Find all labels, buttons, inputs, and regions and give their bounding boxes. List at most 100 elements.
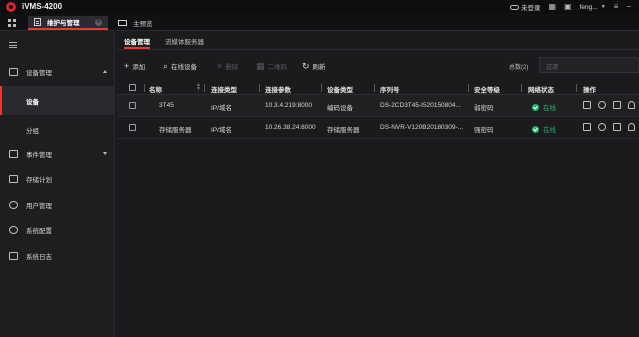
column-device-type[interactable]: 设备类型 (327, 84, 353, 94)
document-icon (34, 18, 41, 26)
sidebar-item-device[interactable]: 设备 (0, 86, 115, 115)
sidebar-item-label: 系统配置 (26, 228, 52, 235)
image-icon: ▣ (564, 2, 572, 11)
tab-label: 维护与管理 (47, 20, 80, 27)
add-button[interactable]: + 添加 (124, 61, 145, 72)
toolbar: + 添加 ⌕ 在线设备 × 删除 ▦ 二维码 ↻ 刷新 总数(2) 过滤 (116, 57, 639, 73)
tab-label: 主预览 (133, 21, 153, 28)
tab-maintenance[interactable]: 维护与管理 × (28, 16, 108, 30)
row-operations (583, 101, 639, 109)
event-icon (9, 150, 18, 158)
online-status-icon (532, 125, 539, 133)
device-icon (9, 68, 18, 76)
column-divider (204, 84, 205, 92)
cell-serial: DS-2CD3T45-I520150804... (380, 102, 461, 109)
module-grid-icon[interactable] (8, 19, 16, 27)
gear-icon (9, 226, 18, 234)
sidebar-item-device-management[interactable]: 设备管理 (0, 64, 115, 80)
device-table: 名称 ▲ ▼ 连接类型 连接参数 设备类型 序列号 安全等级 网络状态 操作 3T… (116, 81, 639, 139)
column-divider (374, 84, 375, 92)
row-checkbox[interactable] (129, 102, 136, 109)
edit-icon[interactable] (583, 101, 591, 109)
tab-main-preview[interactable]: 主预览 (112, 16, 172, 30)
cell-name: 3T45 (159, 102, 174, 109)
column-divider (321, 84, 322, 92)
titlebar-controls: 未登录 ▦ ▣ feng... ▼ ≡ − (510, 0, 639, 14)
user-menu[interactable]: feng... ▼ (580, 3, 606, 11)
storage-icon[interactable] (613, 123, 621, 131)
tab-streaming-server[interactable]: 流媒体服务器 (165, 36, 204, 49)
edit-icon[interactable] (583, 123, 591, 131)
grid-view-button[interactable]: ▦ (549, 3, 557, 11)
refresh-button[interactable]: ↻ 刷新 (302, 61, 326, 72)
total-count: 总数(2) (509, 65, 529, 71)
column-security[interactable]: 安全等级 (474, 84, 500, 94)
column-divider (468, 84, 469, 92)
log-icon (9, 252, 18, 260)
sidebar-item-label: 分组 (26, 127, 39, 135)
column-divider (521, 84, 522, 92)
sort-icon[interactable]: ▲ ▼ (196, 83, 201, 92)
cell-security: 弱密码 (474, 105, 494, 112)
cell-conn-type: IP/域名 (211, 127, 232, 134)
sidebar-item-group[interactable]: 分组 (0, 115, 115, 144)
column-name[interactable]: 名称 (149, 84, 162, 94)
cell-device-type: 存储服务器 (327, 127, 360, 134)
tab-device-management[interactable]: 设备管理 (124, 36, 150, 49)
chevron-down-icon (103, 152, 107, 155)
sidebar-item-system-log[interactable]: 系统日志 (0, 248, 115, 264)
net-status-label: 在线 (543, 127, 556, 134)
cloud-login-button[interactable]: 未登录 (510, 2, 541, 12)
user-icon[interactable] (628, 123, 635, 131)
collapse-sidebar-icon[interactable] (9, 42, 17, 48)
cloud-icon (510, 4, 519, 10)
plus-icon: + (124, 61, 130, 71)
sidebar: 设备管理 设备 分组 事件管理 存储计划 用户管理 系统配置 系统日志 (0, 32, 115, 337)
sidebar-item-system-config[interactable]: 系统配置 (0, 222, 115, 238)
sidebar-item-label: 系统日志 (26, 254, 52, 261)
net-status-label: 在线 (543, 105, 556, 112)
cell-conn-param: 10.26.38.24:8000 (265, 124, 316, 131)
cell-net-status: 在线 (532, 102, 556, 112)
minimize-button[interactable]: − (626, 3, 631, 11)
refresh-icon: ↻ (302, 61, 310, 71)
column-conn-param[interactable]: 连接参数 (265, 84, 291, 94)
image-button[interactable]: ▣ (564, 3, 572, 11)
column-conn-type[interactable]: 连接类型 (211, 84, 237, 94)
row-checkbox[interactable] (129, 124, 136, 131)
gear-icon[interactable] (598, 101, 606, 109)
online-devices-button[interactable]: ⌕ 在线设备 (163, 61, 198, 72)
sidebar-item-event-management[interactable]: 事件管理 (0, 146, 115, 162)
sidebar-item-user-management[interactable]: 用户管理 (0, 197, 115, 213)
gear-icon[interactable] (598, 123, 606, 131)
cell-name: 存储服务器 (159, 127, 192, 134)
filter-input[interactable]: 过滤 (539, 57, 639, 73)
sidebar-item-label: 设备管理 (26, 70, 52, 77)
online-devices-label: 在线设备 (171, 64, 198, 71)
app-title: iVMS-4200 (22, 2, 63, 11)
cell-device-type: 编码设备 (327, 105, 353, 112)
sidebar-item-storage-schedule[interactable]: 存储计划 (0, 171, 115, 187)
select-all-checkbox[interactable] (129, 84, 136, 91)
close-icon[interactable]: × (95, 18, 102, 26)
table-row[interactable]: 3T45 IP/域名 10.3.4.219:8000 编码设备 DS-2CD3T… (116, 95, 639, 117)
qrcode-button[interactable]: ▦ 二维码 (256, 61, 287, 72)
storage-icon[interactable] (613, 101, 621, 109)
grid-icon: ▦ (548, 2, 557, 11)
sidebar-item-label: 设备 (26, 98, 39, 106)
monitor-icon (118, 20, 127, 26)
tab-bar: 维护与管理 × 主预览 (0, 14, 639, 31)
table-row[interactable]: 存储服务器 IP/域名 10.26.38.24:8000 存储服务器 DS-NV… (116, 117, 639, 139)
column-divider (259, 84, 260, 92)
delete-button[interactable]: × 删除 (217, 61, 238, 72)
column-serial[interactable]: 序列号 (380, 84, 400, 94)
sidebar-item-label: 存储计划 (26, 177, 52, 184)
column-net-status[interactable]: 网络状态 (528, 84, 554, 94)
menu-icon: ≡ (613, 2, 619, 11)
app-logo-icon (6, 2, 16, 12)
menu-button[interactable]: ≡ (614, 3, 619, 11)
cell-conn-type: IP/域名 (211, 105, 232, 112)
subtab-bar: 设备管理 流媒体服务器 (116, 32, 639, 50)
user-icon[interactable] (628, 101, 635, 109)
column-divider (144, 84, 145, 92)
